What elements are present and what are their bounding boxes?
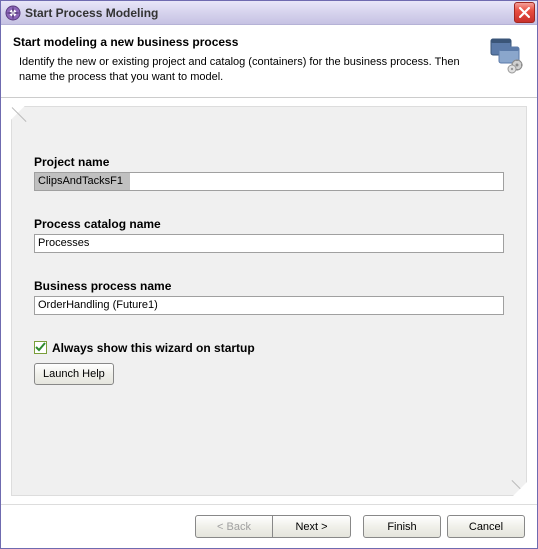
next-button[interactable]: Next > bbox=[273, 515, 351, 538]
page-description: Identify the new or existing project and… bbox=[13, 55, 477, 85]
process-name-label: Business process name bbox=[34, 279, 504, 293]
header-band: Start modeling a new business process Id… bbox=[1, 25, 537, 98]
back-button: < Back bbox=[195, 515, 273, 538]
content-area: Project name Process catalog name Busine… bbox=[1, 98, 537, 504]
form-panel: Project name Process catalog name Busine… bbox=[11, 106, 527, 496]
button-bar: < Back Next > Finish Cancel bbox=[1, 504, 537, 548]
cancel-button[interactable]: Cancel bbox=[447, 515, 525, 538]
close-button[interactable] bbox=[514, 2, 535, 23]
app-icon bbox=[5, 5, 21, 21]
wizard-window: Start Process Modeling Start modeling a … bbox=[0, 0, 538, 549]
catalog-name-group: Process catalog name bbox=[34, 217, 504, 253]
always-show-checkbox[interactable] bbox=[34, 341, 47, 354]
window-title: Start Process Modeling bbox=[25, 6, 514, 20]
wizard-banner-icon bbox=[485, 33, 527, 75]
process-name-input[interactable] bbox=[34, 296, 504, 315]
catalog-name-input[interactable] bbox=[34, 234, 504, 253]
titlebar[interactable]: Start Process Modeling bbox=[1, 1, 537, 25]
always-show-row[interactable]: Always show this wizard on startup bbox=[34, 341, 504, 355]
project-name-label: Project name bbox=[34, 155, 504, 169]
project-name-input[interactable] bbox=[34, 172, 504, 191]
project-name-group: Project name bbox=[34, 155, 504, 191]
catalog-name-label: Process catalog name bbox=[34, 217, 504, 231]
always-show-label: Always show this wizard on startup bbox=[52, 341, 255, 355]
finish-button[interactable]: Finish bbox=[363, 515, 441, 538]
launch-help-button[interactable]: Launch Help bbox=[34, 363, 114, 385]
process-name-group: Business process name bbox=[34, 279, 504, 315]
page-title: Start modeling a new business process bbox=[13, 35, 477, 49]
